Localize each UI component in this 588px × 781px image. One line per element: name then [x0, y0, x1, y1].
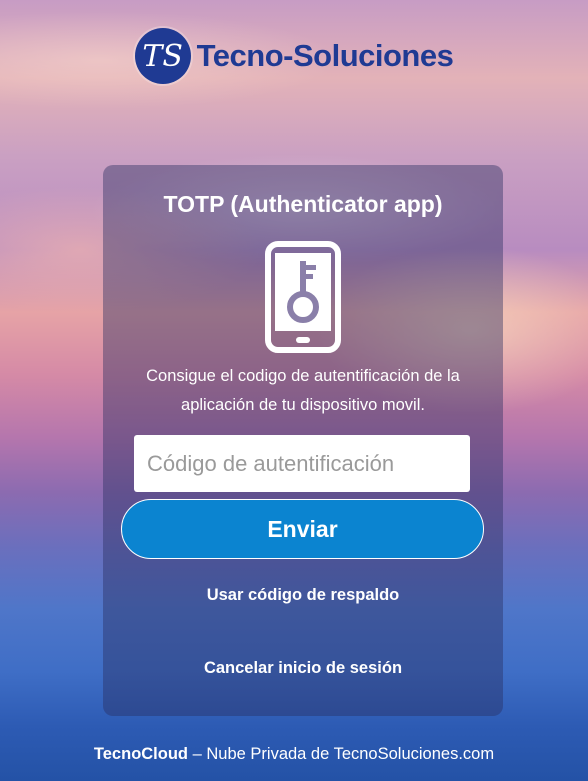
- footer-tagline: Nube Privada de TecnoSoluciones.com: [206, 745, 495, 763]
- card-title: TOTP (Authenticator app): [163, 191, 443, 217]
- cancel-login-link[interactable]: Cancelar inicio de sesión: [103, 659, 503, 678]
- brand-name: Tecno-Soluciones: [196, 38, 454, 73]
- login-card: TOTP (Authenticator app) Consigue el cod…: [103, 165, 503, 716]
- phone-key-icon: [265, 241, 341, 353]
- brand-logo: TS Tecno-Soluciones: [0, 28, 588, 84]
- logo-monogram: TS: [142, 38, 183, 74]
- instructions-line-1: Consigue el codigo de autentificación de…: [146, 367, 460, 385]
- instructions-text: Consigue el codigo de autentificación de…: [123, 362, 483, 420]
- auth-code-input[interactable]: [134, 435, 470, 492]
- use-backup-code-link[interactable]: Usar código de respaldo: [103, 586, 503, 605]
- logo-monogram-icon: TS: [134, 28, 191, 84]
- send-button[interactable]: Enviar: [121, 499, 484, 559]
- footer: TecnoCloud – Nube Privada de TecnoSoluci…: [0, 745, 588, 764]
- instructions-line-2: aplicación de tu dispositivo movil.: [181, 396, 425, 414]
- footer-separator: –: [188, 745, 207, 763]
- footer-product: TecnoCloud: [93, 745, 189, 763]
